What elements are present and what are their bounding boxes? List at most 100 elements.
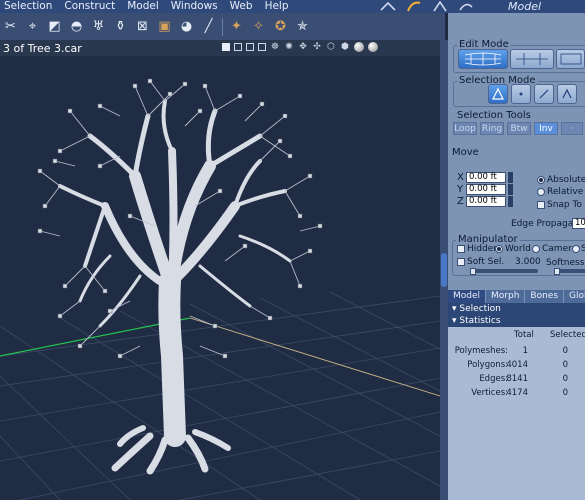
room-icon-1[interactable] [380, 1, 396, 12]
room-icon-2[interactable] [406, 1, 422, 12]
stats-row-total: 4174 [506, 388, 528, 398]
loop-button[interactable]: Loop [453, 122, 477, 135]
tab-global[interactable]: Global [564, 290, 585, 303]
shaded-sphere-icon[interactable] [354, 42, 364, 52]
four-view-icon[interactable] [258, 43, 266, 51]
floor-grid [0, 291, 440, 500]
edit-mode-polygon-button[interactable] [458, 49, 508, 69]
selection-section-title: Selection [459, 304, 501, 314]
edit-mode-vertex-button[interactable] [510, 49, 554, 69]
lathe-icon[interactable]: ✯ [294, 18, 311, 35]
twist-icon[interactable]: ✧ [250, 18, 267, 35]
model-toolbar: ✂ ⌖ ◩ ◓ ♅ ⚱ ⊠ ▣ ◕ ╱ ✦ ✧ ✪ ✯ [0, 13, 445, 40]
single-view-icon[interactable] [222, 43, 230, 51]
menu-construct[interactable]: Construct [60, 0, 123, 13]
wire-cube-icon[interactable]: ⬡ [326, 42, 336, 52]
menu-model[interactable]: Model [123, 0, 167, 13]
move-y-field[interactable]: 0.00 ft [466, 184, 506, 195]
viewport-title[interactable]: 3 of Tree 3.car [0, 42, 82, 55]
viewport-display-icons: ☸ ✺ ✥ ✣ ⬡ ⬢ [222, 42, 378, 52]
room-switcher [380, 0, 474, 13]
viewport-header: 3 of Tree 3.car ☸ ✺ ✥ ✣ ⬡ ⬢ [0, 40, 440, 56]
tab-model[interactable]: Model [448, 290, 487, 303]
move-z-stepper[interactable] [508, 196, 513, 207]
edge-propagation-field[interactable]: 10.0 [572, 218, 585, 229]
select-face-button[interactable] [557, 84, 577, 104]
select-edge-button[interactable] [534, 84, 554, 104]
menu-web[interactable]: Web [226, 0, 261, 13]
plane-icon[interactable]: ◩ [46, 18, 63, 35]
scissors-icon[interactable]: ✂ [2, 18, 19, 35]
dot-icon: · [570, 123, 574, 134]
stencil-icon[interactable]: ⚱ [112, 18, 129, 35]
world-radio[interactable] [495, 245, 503, 253]
dolly-icon[interactable]: ✣ [312, 42, 322, 52]
move-z-field[interactable]: 0.00 ft [466, 196, 506, 207]
stats-row-selected: 0 [562, 346, 568, 356]
absolute-radio[interactable] [537, 176, 545, 184]
tab-bones[interactable]: Bones [525, 290, 565, 303]
triangle-icon [492, 88, 504, 100]
camera-radio[interactable] [532, 245, 540, 253]
two-view-icon[interactable] [234, 43, 242, 51]
panel-splitter[interactable] [440, 40, 448, 500]
relative-label: Relative [547, 187, 584, 197]
world-label: World [505, 244, 531, 254]
between-button[interactable]: Btw [507, 122, 531, 135]
ring-button[interactable]: Ring [480, 122, 504, 135]
statistics-section-title: Statistics [459, 316, 501, 326]
splitter-grip[interactable] [441, 253, 447, 287]
hidden-checkbox[interactable] [457, 245, 465, 253]
move-y-stepper[interactable] [508, 184, 513, 195]
three-view-icon[interactable] [246, 43, 254, 51]
viewport[interactable]: 3 of Tree 3.car ☸ ✺ ✥ ✣ ⬡ ⬢ [0, 40, 440, 500]
collapse-arrow-icon: ▾ [452, 304, 457, 314]
bend-icon[interactable]: ♅ [90, 18, 107, 35]
move-label: Move [452, 147, 479, 158]
selection-section-header[interactable]: ▾ Selection [448, 303, 585, 315]
hemisphere-icon[interactable]: ◓ [68, 18, 85, 35]
tab-morph[interactable]: Morph [486, 290, 526, 303]
move-x-field[interactable]: 0.00 ft [466, 172, 506, 183]
menu-windows[interactable]: Windows [167, 0, 226, 13]
object-grid-icon [560, 53, 581, 65]
solid-cube-icon[interactable]: ⬢ [340, 42, 350, 52]
soft-selection-slider[interactable] [472, 269, 538, 273]
stats-total-header: Total [514, 330, 534, 340]
relative-radio[interactable] [537, 188, 545, 196]
pin-icon[interactable]: ⌖ [24, 18, 41, 35]
deform-icon[interactable]: ✦ [228, 18, 245, 35]
render-sphere-icon[interactable] [368, 42, 378, 52]
screen-radio[interactable] [572, 245, 580, 253]
light-icon[interactable]: ✺ [284, 42, 294, 52]
softness-slider-knob[interactable] [554, 268, 560, 275]
snap-to-grid-checkbox[interactable] [537, 201, 545, 209]
extrude-icon[interactable]: ✪ [272, 18, 289, 35]
y-axis-label: Y [457, 184, 464, 195]
soft-selection-slider-knob[interactable] [470, 268, 476, 275]
more-selection-button[interactable]: · [561, 122, 583, 135]
stats-selected-header: Selected [550, 330, 585, 340]
select-polygon-button[interactable] [488, 84, 508, 104]
clear-icon[interactable]: ⊠ [134, 18, 151, 35]
soft-selection-checkbox[interactable] [457, 258, 465, 266]
sphere-brush-icon[interactable]: ◕ [178, 18, 195, 35]
room-icon-3[interactable] [432, 1, 448, 12]
softness-slider[interactable] [556, 269, 585, 273]
menu-help[interactable]: Help [261, 0, 297, 13]
axis-icon[interactable]: ✥ [298, 42, 308, 52]
menu-selection[interactable]: Selection [0, 0, 60, 13]
viewport-canvas[interactable] [0, 56, 440, 500]
modeling-panel: Edit Mode Selection Mode Selection Tools… [448, 13, 585, 500]
edit-mode-object-button[interactable] [556, 49, 585, 69]
statistics-section-header[interactable]: ▾ Statistics [448, 315, 585, 327]
move-x-stepper[interactable] [508, 172, 513, 183]
camera-icon[interactable]: ☸ [270, 42, 280, 52]
cube-icon[interactable]: ▣ [156, 18, 173, 35]
absolute-label: Absolute [547, 175, 585, 185]
select-vertex-button[interactable] [511, 84, 531, 104]
brush-icon[interactable]: ╱ [200, 18, 217, 35]
invert-button[interactable]: Inv [534, 122, 558, 135]
statistics-table: Total Selected Polymeshes: 1 0 Polygons:… [448, 327, 585, 500]
room-icon-4[interactable] [458, 1, 474, 12]
